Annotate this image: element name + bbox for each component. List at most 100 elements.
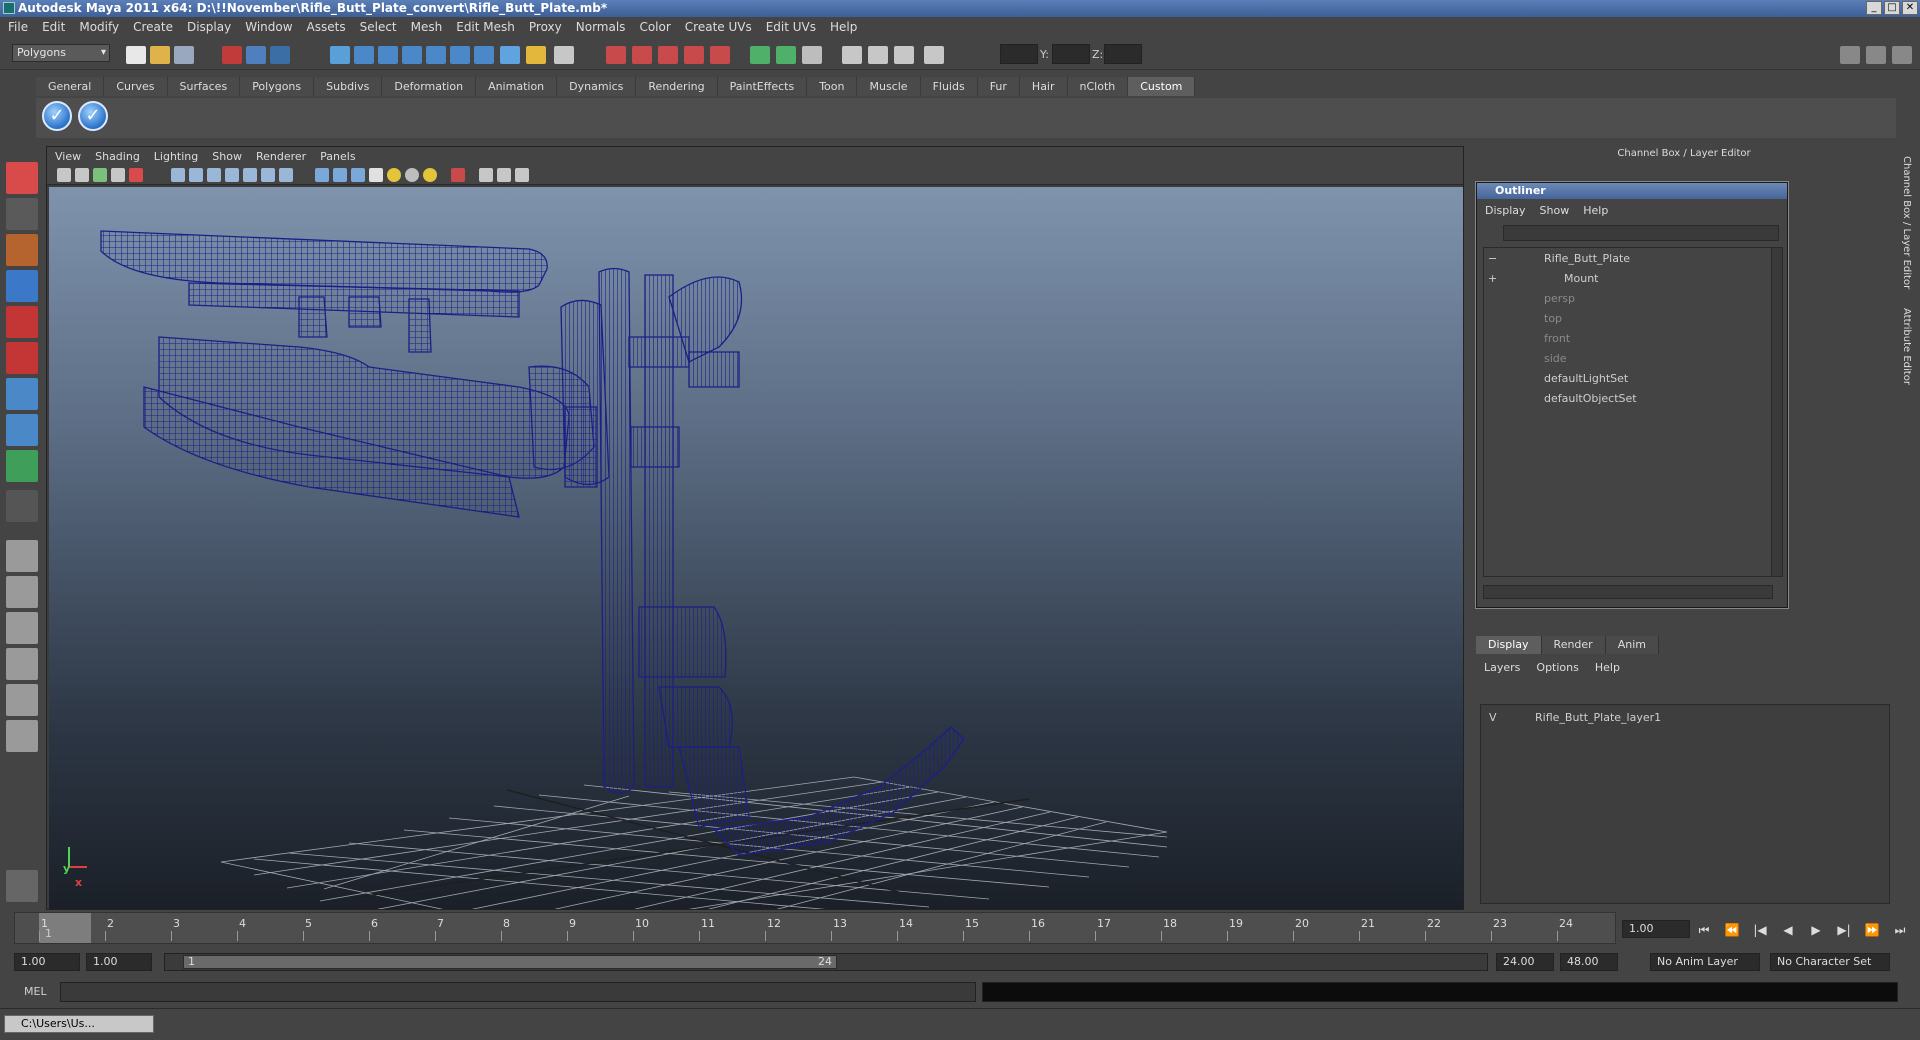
- x-field[interactable]: [1000, 44, 1038, 64]
- menu-proxy[interactable]: Proxy: [529, 20, 562, 34]
- playback-start-field[interactable]: 1.00: [86, 953, 152, 971]
- image-plane-icon[interactable]: [111, 168, 125, 182]
- persp-graph-layout-icon[interactable]: [6, 648, 38, 680]
- menu-window[interactable]: Window: [245, 20, 292, 34]
- film-gate-icon[interactable]: [189, 168, 203, 182]
- menu-create[interactable]: Create: [133, 20, 173, 34]
- vp-menu-lighting[interactable]: Lighting: [154, 150, 198, 163]
- side-tab-channel-box[interactable]: Channel Box / Layer Editor: [1901, 156, 1912, 289]
- step-forward-frame-icon[interactable]: ▶|: [1834, 922, 1854, 938]
- outliner-item-top[interactable]: top: [1544, 310, 1562, 328]
- soft-mod-tool-icon[interactable]: [6, 414, 38, 446]
- ol-menu-help[interactable]: Help: [1583, 204, 1608, 217]
- go-to-start-icon[interactable]: ⏮: [1694, 922, 1714, 938]
- grid-toggle-icon[interactable]: [171, 168, 185, 182]
- menu-color[interactable]: Color: [639, 20, 670, 34]
- vp-menu-shading[interactable]: Shading: [95, 150, 140, 163]
- gate-mask-icon[interactable]: [225, 168, 239, 182]
- select-tool-icon[interactable]: [6, 162, 38, 194]
- outliner-item-side[interactable]: side: [1544, 350, 1567, 368]
- step-forward-key-icon[interactable]: ⏩: [1862, 922, 1882, 938]
- snap-point-icon[interactable]: [378, 46, 398, 64]
- range-slider-handle[interactable]: 1 24: [183, 955, 837, 969]
- shadows-icon[interactable]: [405, 168, 419, 182]
- xray-icon[interactable]: [479, 168, 493, 182]
- minimized-window[interactable]: C:\Users\Us...: [4, 1015, 154, 1033]
- shelf-tab-toon[interactable]: Toon: [807, 77, 858, 96]
- snap-grid-icon[interactable]: [330, 46, 350, 64]
- outliner-horizontal-scrollbar[interactable]: [1483, 585, 1773, 599]
- render-current-icon[interactable]: [606, 46, 626, 64]
- time-slider[interactable]: 1 1 2 3 4 5 6 7 8 9 10 11 12 13 14 15 16 17 18 19 20 21 22 23 2…: [14, 912, 1616, 944]
- ipr-render-icon[interactable]: [632, 46, 652, 64]
- menu-assets[interactable]: Assets: [307, 20, 346, 34]
- show-manipulator-icon[interactable]: [6, 450, 38, 482]
- lock-icon[interactable]: [526, 46, 546, 64]
- perspective-viewport[interactable]: y x: [49, 187, 1463, 909]
- menu-edit[interactable]: Edit: [42, 20, 65, 34]
- animation-start-field[interactable]: 1.00: [14, 953, 80, 971]
- relative-transform-icon[interactable]: [868, 46, 888, 64]
- show-hide-attr-editor-icon[interactable]: [1840, 46, 1860, 64]
- play-forward-icon[interactable]: ▶: [1806, 922, 1826, 938]
- show-hide-tool-settings-icon[interactable]: [1866, 46, 1886, 64]
- backface-culling-icon[interactable]: [515, 168, 529, 182]
- safe-action-icon[interactable]: [261, 168, 275, 182]
- shelf-tab-animation[interactable]: Animation: [476, 77, 558, 96]
- attribute-editor-icon[interactable]: [802, 46, 822, 64]
- universal-manipulator-icon[interactable]: [6, 378, 38, 410]
- isolate-select-icon[interactable]: [451, 168, 465, 182]
- y-field[interactable]: [1052, 44, 1090, 64]
- ol-menu-display[interactable]: Display: [1485, 204, 1526, 217]
- channel-toggle-icon[interactable]: [776, 46, 796, 64]
- snap-view-plane-icon[interactable]: [402, 46, 422, 64]
- show-hide-channel-box-icon[interactable]: [1892, 46, 1912, 64]
- outliner-expander[interactable]: −: [1488, 250, 1497, 268]
- layer-tab-display[interactable]: Display: [1476, 636, 1542, 654]
- persp-graph-hypergraph-layout-icon[interactable]: [6, 720, 38, 752]
- scale-tool-icon[interactable]: [6, 342, 38, 374]
- layer-name[interactable]: Rifle_Butt_Plate_layer1: [1535, 709, 1661, 727]
- lasso-tool-icon[interactable]: [6, 198, 38, 230]
- shelf-tab-muscle[interactable]: Muscle: [857, 77, 921, 96]
- select-by-name-icon[interactable]: [554, 46, 574, 64]
- layer-menu-options[interactable]: Options: [1536, 661, 1578, 674]
- input-ops-icon[interactable]: [450, 46, 470, 64]
- menu-help[interactable]: Help: [830, 20, 857, 34]
- new-scene-icon[interactable]: [126, 46, 146, 64]
- rotate-tool-icon[interactable]: [6, 306, 38, 338]
- single-perspective-layout-icon[interactable]: [6, 540, 38, 572]
- vp-menu-show[interactable]: Show: [212, 150, 242, 163]
- shelf-tab-fluids[interactable]: Fluids: [920, 77, 978, 96]
- menu-edit-uvs[interactable]: Edit UVs: [766, 20, 816, 34]
- open-scene-icon[interactable]: [150, 46, 170, 64]
- select-hierarchy-icon[interactable]: [222, 46, 242, 64]
- shelf-tab-ncloth[interactable]: nCloth: [1067, 77, 1129, 96]
- xray-joints-icon[interactable]: [497, 168, 511, 182]
- outliner-vertical-scrollbar[interactable]: [1771, 247, 1783, 577]
- menu-modify[interactable]: Modify: [79, 20, 119, 34]
- layer-menu-help[interactable]: Help: [1595, 661, 1620, 674]
- render-view-icon[interactable]: [710, 46, 730, 64]
- select-object-icon[interactable]: [246, 46, 266, 64]
- menu-normals[interactable]: Normals: [576, 20, 626, 34]
- move-tool-icon[interactable]: [6, 270, 38, 302]
- select-component-icon[interactable]: [270, 46, 290, 64]
- menu-display[interactable]: Display: [187, 20, 231, 34]
- hypershade-persp-layout-icon[interactable]: [6, 684, 38, 716]
- output-ops-icon[interactable]: [474, 46, 494, 64]
- make-live-icon[interactable]: [426, 46, 446, 64]
- layer-row[interactable]: V Rifle_Butt_Plate_layer1: [1485, 709, 1885, 727]
- go-to-end-icon[interactable]: ⏭: [1890, 922, 1910, 938]
- layer-tab-anim[interactable]: Anim: [1605, 636, 1659, 654]
- two-d-pan-zoom-icon[interactable]: [129, 168, 143, 182]
- persp-outliner-layout-icon[interactable]: [6, 612, 38, 644]
- menu-select[interactable]: Select: [360, 20, 397, 34]
- hypershade-icon[interactable]: [684, 46, 704, 64]
- shelf-tab-custom[interactable]: Custom: [1128, 77, 1196, 96]
- vp-menu-renderer[interactable]: Renderer: [256, 150, 306, 163]
- vp-menu-view[interactable]: View: [55, 150, 81, 163]
- hotbox-icon[interactable]: [6, 870, 38, 902]
- smooth-shade-icon[interactable]: [333, 168, 347, 182]
- outliner-item-front[interactable]: front: [1544, 330, 1570, 348]
